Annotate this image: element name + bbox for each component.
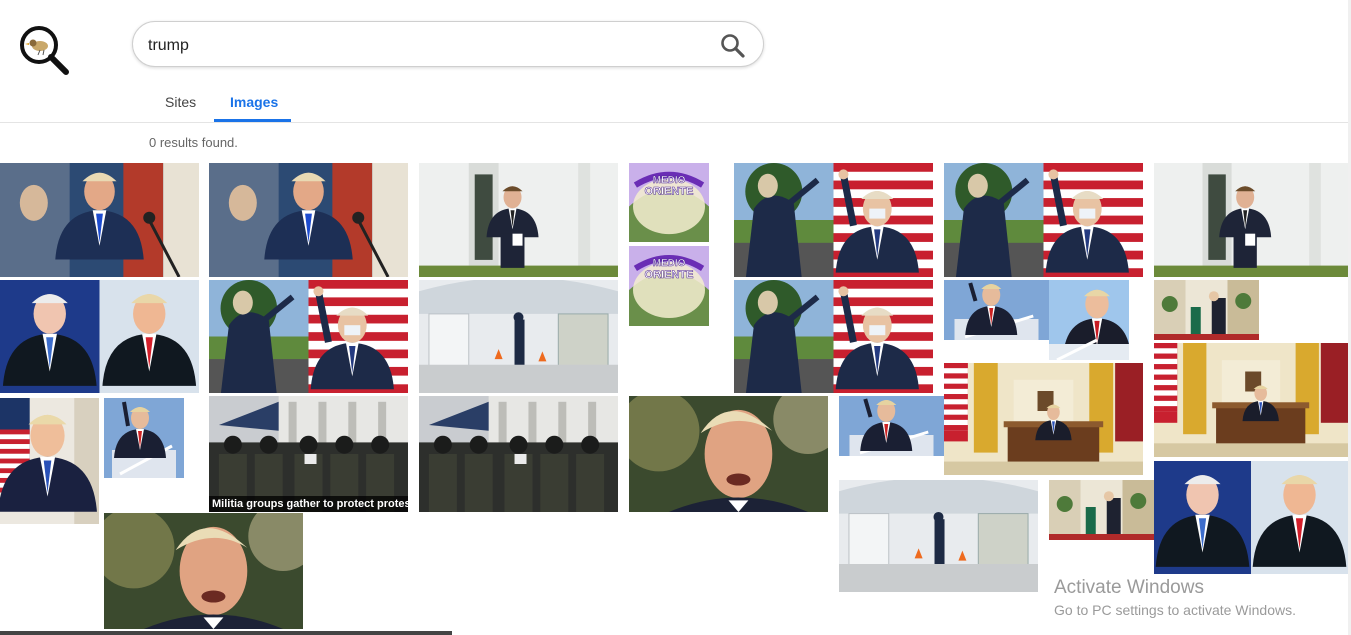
image-result-tile[interactable] [419,163,618,277]
image-thumbnail [734,280,933,393]
search-icon[interactable] [719,32,747,60]
image-thumbnail [629,396,828,512]
results-count: 0 results found. [149,135,238,150]
image-result-tile[interactable] [944,163,1143,277]
image-thumbnail [0,163,199,277]
image-thumbnail [209,396,408,512]
image-thumbnail [1049,480,1154,540]
image-thumbnail [1049,280,1129,360]
tab-sites[interactable]: Sites [165,94,196,110]
image-thumbnail [734,163,933,277]
image-result-tile[interactable] [0,163,199,277]
image-result-tile[interactable] [734,163,933,277]
image-thumbnail [419,163,618,277]
image-thumbnail: MEDIO ORIENTE [629,246,709,326]
tab-images[interactable]: Images [230,94,278,110]
image-thumbnail [419,396,618,512]
image-caption: Militia groups gather to protect protest… [209,496,408,512]
image-result-tile[interactable] [419,396,618,512]
horizontal-scrollbar[interactable] [0,631,452,635]
image-result-tile[interactable] [0,280,199,393]
image-result-tile[interactable] [1154,343,1348,457]
svg-text:ORIENTE: ORIENTE [645,269,694,281]
image-thumbnail [839,396,944,456]
image-thumbnail [1154,280,1259,340]
image-result-tile[interactable] [944,363,1143,475]
image-thumbnail [1154,163,1348,277]
activate-windows-subtitle: Go to PC settings to activate Windows. [1054,602,1296,618]
image-thumbnail [839,480,1038,592]
image-result-tile[interactable]: Militia groups gather to protect protest… [209,396,408,512]
image-thumbnail [419,280,618,393]
image-result-tile[interactable] [1049,280,1129,360]
image-result-tile[interactable] [419,280,618,393]
activate-windows-title: Activate Windows [1054,577,1204,598]
image-result-tile[interactable] [1154,461,1348,574]
site-logo-icon[interactable] [18,24,70,76]
image-result-tile[interactable] [104,398,184,478]
image-result-tile[interactable] [1154,163,1348,277]
svg-text:MEDIO: MEDIO [653,175,686,186]
svg-text:ORIENTE: ORIENTE [645,186,694,198]
search-box [132,21,764,67]
image-thumbnail [0,280,199,393]
image-result-tile[interactable] [839,480,1038,592]
image-result-tile[interactable] [1049,480,1154,540]
image-result-tile[interactable]: MEDIO ORIENTE [629,163,709,242]
image-thumbnail [944,280,1049,340]
image-result-tile[interactable] [209,280,408,393]
image-result-tile[interactable] [839,396,944,456]
image-result-tile[interactable] [944,280,1049,340]
image-thumbnail [209,163,408,277]
image-thumbnail: MEDIO ORIENTE [629,163,709,242]
image-thumbnail [0,398,99,524]
tab-bar: Sites Images [0,84,1351,123]
image-result-tile[interactable] [629,396,828,512]
image-result-tile[interactable] [0,398,99,524]
image-thumbnail [1154,343,1348,457]
image-result-tile[interactable] [104,513,303,629]
image-thumbnail [1154,461,1348,574]
image-thumbnail [104,398,184,478]
image-thumbnail [944,363,1143,475]
image-thumbnail [944,163,1143,277]
image-result-tile[interactable] [734,280,933,393]
image-thumbnail [209,280,408,393]
svg-text:MEDIO: MEDIO [653,258,686,269]
search-input[interactable] [146,32,710,60]
active-tab-indicator [214,119,291,122]
image-result-tile[interactable] [209,163,408,277]
image-result-tile[interactable]: MEDIO ORIENTE [629,246,709,326]
image-thumbnail [104,513,303,629]
image-result-tile[interactable] [1154,280,1259,340]
